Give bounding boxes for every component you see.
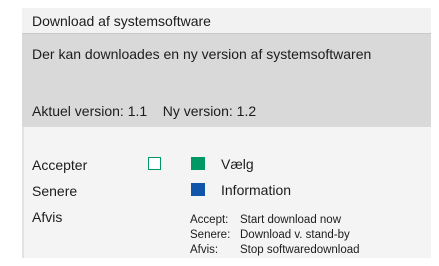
blue-key-icon [191, 183, 205, 196]
select-key-label: Vælg [221, 156, 254, 172]
help-key: Accept: [190, 214, 229, 226]
new-version-label: Ny version: [162, 103, 233, 119]
help-description: Start download now [240, 214, 342, 226]
new-version-value: 1.2 [236, 103, 257, 119]
current-version-label: Aktuel version: [32, 103, 124, 119]
panel-edge [22, 127, 24, 258]
update-message: Der kan downloades en ny version af syst… [32, 46, 372, 62]
version-info: Aktuel version: 1.1 Ny version: 1.2 [32, 103, 256, 119]
help-row: Afvis: Stop softwaredownload [190, 243, 360, 258]
info-panel: Der kan downloades en ny version af syst… [22, 34, 431, 127]
green-key-icon [191, 157, 205, 170]
menu-item-accept[interactable]: Accepter [32, 157, 87, 173]
help-row: Accept: Start download now [190, 213, 360, 228]
menu-item-reject[interactable]: Afvis [32, 209, 62, 225]
software-download-dialog: Download af systemsoftware Der kan downl… [22, 8, 431, 258]
help-key: Senere: [190, 229, 231, 241]
help-row: Senere: Download v. stand-by [190, 228, 360, 243]
help-text: Accept: Start download now Senere: Downl… [190, 213, 360, 258]
dialog-title: Download af systemsoftware [22, 8, 431, 34]
info-key-label: Information [221, 182, 292, 198]
menu-item-later[interactable]: Senere [32, 183, 77, 199]
help-description: Download v. stand-by [240, 229, 350, 241]
options-panel: Accepter Senere Afvis Vælg Information A… [22, 127, 431, 258]
help-description: Stop softwaredownload [240, 244, 360, 256]
help-key: Afvis: [190, 244, 219, 256]
checkbox-icon[interactable] [148, 157, 161, 170]
current-version-value: 1.1 [127, 103, 148, 119]
